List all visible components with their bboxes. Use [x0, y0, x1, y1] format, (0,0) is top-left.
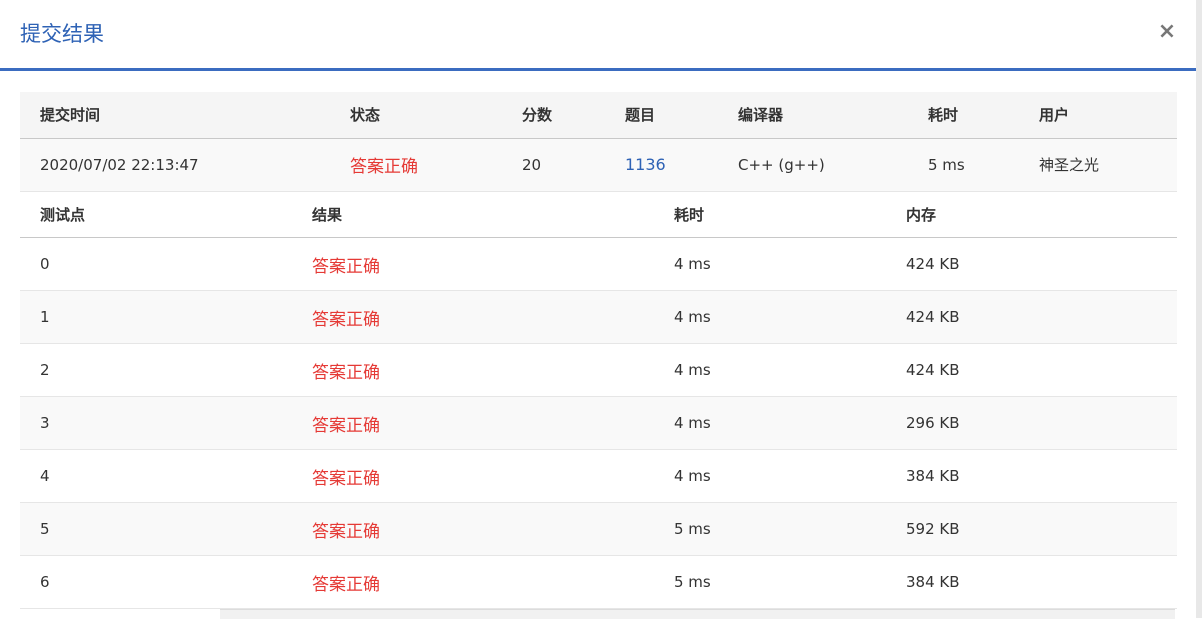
submission-compiler: C++ (g++): [718, 138, 908, 192]
case-result: 答案正确: [292, 502, 654, 556]
case-memory: 592 KB: [886, 502, 1177, 556]
submit-time: 2020/07/02 22:13:47: [20, 138, 330, 192]
submission-row: 2020/07/02 22:13:47 答案正确 20 1136 C++ (g+…: [20, 138, 1177, 192]
submission-result-modal: 提交结果 × 提交时间 状态 分数 题目 编译器 耗时 用户 2020/07/0…: [0, 0, 1196, 619]
header-score: 分数: [502, 92, 605, 139]
case-result: 答案正确: [292, 555, 654, 609]
submission-header-row: 提交时间 状态 分数 题目 编译器 耗时 用户: [20, 92, 1177, 139]
table-row: 3 答案正确 4 ms 296 KB: [20, 396, 1177, 450]
case-memory: 424 KB: [886, 290, 1177, 344]
case-memory: 384 KB: [886, 555, 1177, 609]
header-case: 测试点: [20, 191, 292, 238]
header-submit-time: 提交时间: [20, 92, 330, 139]
case-id: 0: [20, 237, 292, 291]
submission-user: 神圣之光: [1019, 138, 1177, 192]
problem-link[interactable]: 1136: [605, 138, 718, 192]
vertical-scrollbar[interactable]: [1196, 0, 1202, 618]
header-status: 状态: [330, 92, 502, 139]
header-problem: 题目: [605, 92, 718, 139]
case-id: 1: [20, 290, 292, 344]
cases-header-row: 测试点 结果 耗时 内存: [20, 191, 1177, 238]
header-duration: 耗时: [908, 92, 1019, 139]
case-time: 4 ms: [654, 396, 886, 450]
table-row: 4 答案正确 4 ms 384 KB: [20, 449, 1177, 503]
case-time: 5 ms: [654, 555, 886, 609]
table-row: 1 答案正确 4 ms 424 KB: [20, 290, 1177, 344]
case-result: 答案正确: [292, 343, 654, 397]
case-time: 4 ms: [654, 237, 886, 291]
modal-title: 提交结果: [20, 22, 104, 46]
case-memory: 424 KB: [886, 237, 1177, 291]
table-row: 0 答案正确 4 ms 424 KB: [20, 237, 1177, 291]
case-memory: 424 KB: [886, 343, 1177, 397]
table-row: 6 答案正确 5 ms 384 KB: [20, 555, 1177, 609]
header-compiler: 编译器: [718, 92, 908, 139]
header-user: 用户: [1019, 92, 1177, 139]
header-case-time: 耗时: [654, 191, 886, 238]
case-id: 6: [20, 555, 292, 609]
case-id: 2: [20, 343, 292, 397]
case-result: 答案正确: [292, 449, 654, 503]
case-memory: 384 KB: [886, 449, 1177, 503]
result-table: 提交时间 状态 分数 题目 编译器 耗时 用户 2020/07/02 22:13…: [20, 92, 1177, 609]
case-id: 4: [20, 449, 292, 503]
table-row: 2 答案正确 4 ms 424 KB: [20, 343, 1177, 397]
case-result: 答案正确: [292, 396, 654, 450]
modal-header: 提交结果 ×: [0, 0, 1196, 71]
close-icon[interactable]: ×: [1156, 20, 1178, 44]
header-memory: 内存: [886, 191, 1177, 238]
case-memory: 296 KB: [886, 396, 1177, 450]
submission-score: 20: [502, 138, 605, 192]
submission-status: 答案正确: [330, 138, 502, 192]
submission-duration: 5 ms: [908, 138, 1019, 192]
table-row: 5 答案正确 5 ms 592 KB: [20, 502, 1177, 556]
case-result: 答案正确: [292, 290, 654, 344]
case-time: 4 ms: [654, 343, 886, 397]
case-time: 4 ms: [654, 290, 886, 344]
header-result: 结果: [292, 191, 654, 238]
case-id: 3: [20, 396, 292, 450]
case-id: 5: [20, 502, 292, 556]
case-result: 答案正确: [292, 237, 654, 291]
case-time: 5 ms: [654, 502, 886, 556]
case-time: 4 ms: [654, 449, 886, 503]
